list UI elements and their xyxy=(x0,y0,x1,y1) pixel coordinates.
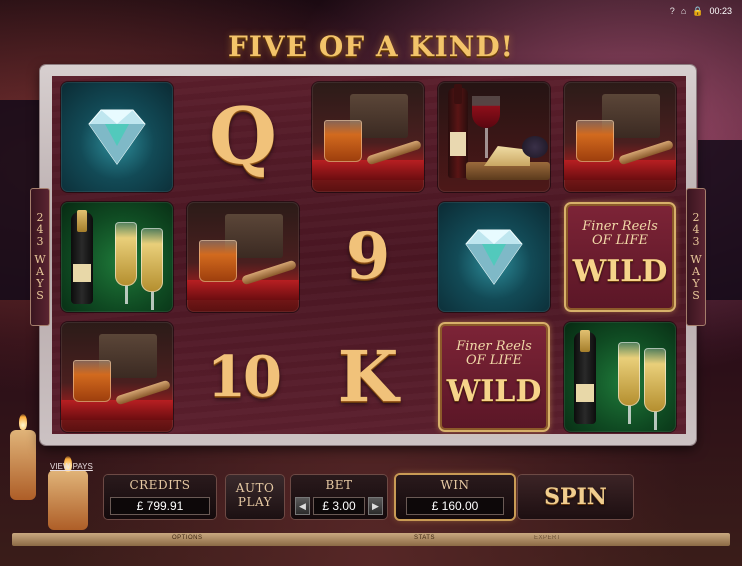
bet-control: BET ◀ £ 3.00 ▶ xyxy=(291,475,387,519)
ways-indicator-right: 243 WAYS xyxy=(686,188,706,326)
bet-value: £ 3.00 xyxy=(313,497,365,515)
symbol-whiskey-cigar xyxy=(61,322,173,432)
view-pays-link[interactable]: VIEW PAYS xyxy=(50,462,93,471)
credits-value: £ 799.91 xyxy=(110,497,210,515)
lock-icon[interactable]: 🔒 xyxy=(692,6,703,17)
wild-subtitle: Finer Reels OF LIFE xyxy=(582,219,658,248)
spin-button[interactable]: SPIN xyxy=(518,475,633,519)
options-link[interactable]: OPTIONS xyxy=(172,535,203,541)
help-icon[interactable]: ? xyxy=(670,6,675,16)
symbol-champagne xyxy=(564,322,676,432)
bet-label: BET xyxy=(325,478,353,492)
expert-link[interactable]: EXPERT xyxy=(534,535,561,541)
symbol-diamond xyxy=(61,82,173,192)
symbol-ten: 10 xyxy=(207,344,282,410)
symbol-whiskey-cigar xyxy=(312,82,424,192)
symbol-wine-cheese xyxy=(438,82,550,192)
candle-decoration xyxy=(10,430,36,500)
spin-label: SPIN xyxy=(544,484,607,510)
bet-decrease-button[interactable]: ◀ xyxy=(295,497,310,515)
symbol-queen: Q xyxy=(209,91,277,182)
symbol-diamond xyxy=(438,202,550,312)
status-bar: ? ⌂ 🔒 00:23 xyxy=(670,4,732,18)
credits-display: CREDITS £ 799.91 xyxy=(104,475,216,519)
win-display: WIN £ 160.00 xyxy=(396,475,514,519)
symbol-wild: Finer Reels OF LIFE WILD xyxy=(564,202,676,312)
wild-label: WILD xyxy=(572,254,668,289)
stats-link[interactable]: STATS xyxy=(414,535,435,541)
symbol-wild: Finer Reels OF LIFE WILD xyxy=(438,322,550,432)
symbol-champagne xyxy=(61,202,173,312)
candle-decoration xyxy=(48,470,88,530)
footer-bar: OPTIONS STATS EXPERT xyxy=(12,533,730,546)
win-value: £ 160.00 xyxy=(406,497,504,515)
autoplay-button[interactable]: AUTO PLAY xyxy=(226,475,284,519)
win-headline: FIVE OF A KIND! xyxy=(228,30,514,63)
win-label: WIN xyxy=(440,478,470,492)
diamond-icon xyxy=(88,109,146,165)
bet-increase-button[interactable]: ▶ xyxy=(368,497,383,515)
ways-indicator-left: 243 WAYS xyxy=(30,188,50,326)
symbol-king: K xyxy=(337,335,399,418)
symbol-whiskey-cigar xyxy=(187,202,299,312)
wild-label: WILD xyxy=(446,374,542,409)
symbol-whiskey-cigar xyxy=(564,82,676,192)
diamond-icon xyxy=(465,229,523,285)
home-icon[interactable]: ⌂ xyxy=(681,6,686,16)
clock-time: 00:23 xyxy=(709,6,732,16)
symbol-nine: 9 xyxy=(345,219,391,294)
candle-flame xyxy=(19,414,27,430)
credits-label: CREDITS xyxy=(129,478,191,492)
wild-subtitle: Finer Reels OF LIFE xyxy=(456,339,532,368)
